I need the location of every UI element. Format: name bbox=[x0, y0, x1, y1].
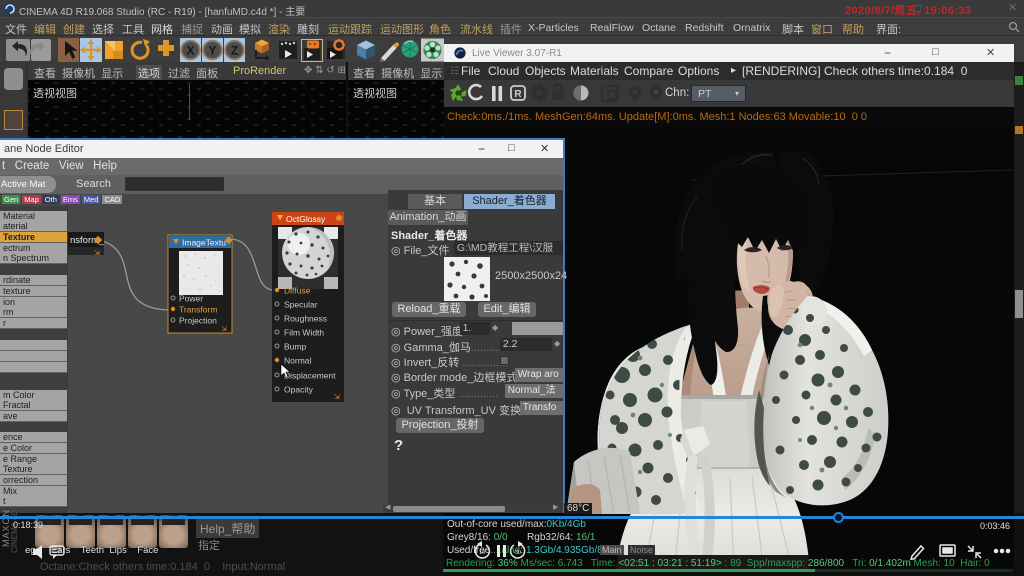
svg-text:X: X bbox=[186, 44, 194, 58]
svg-text:Specular: Specular bbox=[284, 300, 318, 310]
svg-text:Displacement: Displacement bbox=[284, 371, 336, 381]
svg-text:Roughness: Roughness bbox=[284, 314, 327, 324]
svg-text:Film Width: Film Width bbox=[284, 328, 324, 338]
svg-text:ImageTextu: ImageTextu bbox=[182, 238, 226, 248]
svg-text:Opacity: Opacity bbox=[284, 385, 314, 395]
svg-text:⇲: ⇲ bbox=[221, 325, 227, 333]
svg-text:Transform: Transform bbox=[179, 305, 217, 315]
svg-text:Bump: Bump bbox=[284, 342, 306, 352]
svg-text:⇲: ⇲ bbox=[334, 393, 340, 401]
svg-text:Power: Power bbox=[179, 294, 203, 304]
svg-text:Z: Z bbox=[231, 44, 238, 58]
svg-text:OctGlossy: OctGlossy bbox=[286, 214, 326, 224]
svg-text:Diffuse: Diffuse bbox=[284, 286, 311, 296]
svg-text:Y: Y bbox=[208, 44, 216, 58]
svg-text:Projection: Projection bbox=[179, 316, 217, 326]
svg-text:R: R bbox=[514, 89, 522, 100]
svg-text:10: 10 bbox=[479, 550, 485, 556]
svg-text:30: 30 bbox=[515, 550, 521, 556]
svg-text:⇲: ⇲ bbox=[94, 249, 100, 257]
svg-text:Normal: Normal bbox=[284, 356, 312, 366]
